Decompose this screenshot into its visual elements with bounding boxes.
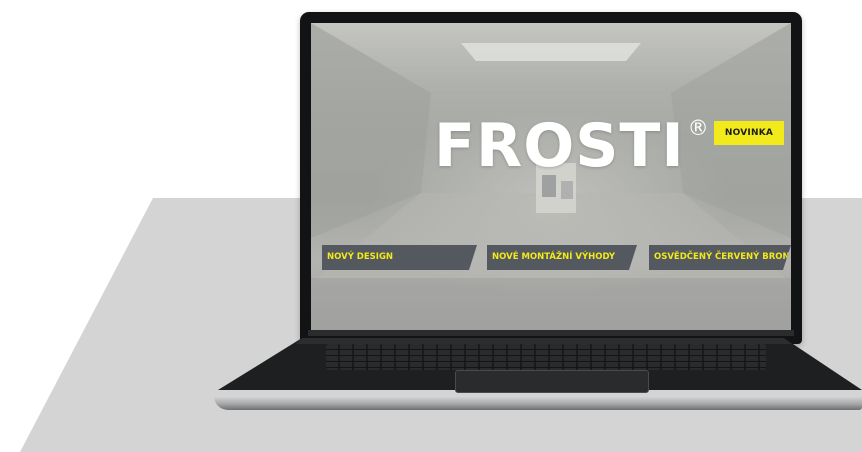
laptop-screen: FROSTI ® NOVINKA NOVÝ DESIGN NOVÉ MONTÁŽ… bbox=[311, 23, 791, 334]
touchpad bbox=[455, 370, 649, 393]
feature-new-design[interactable]: NOVÝ DESIGN bbox=[322, 245, 477, 270]
keyboard bbox=[326, 344, 766, 370]
laptop-hinge bbox=[308, 330, 794, 336]
feature-red-bronze[interactable]: OSVĚDČENÝ ČERVENÝ BRONZ bbox=[649, 245, 791, 270]
laptop-lid: FROSTI ® NOVINKA NOVÝ DESIGN NOVÉ MONTÁŽ… bbox=[300, 12, 802, 344]
laptop-front-edge bbox=[214, 396, 862, 410]
product-logo: FROSTI bbox=[434, 111, 685, 181]
scene: FROSTI ® NOVINKA NOVÝ DESIGN NOVÉ MONTÁŽ… bbox=[0, 0, 862, 452]
new-badge: NOVINKA bbox=[714, 121, 784, 145]
brand-lockup: FROSTI ® bbox=[434, 116, 709, 186]
registered-mark: ® bbox=[687, 116, 709, 140]
feature-installation-benefits[interactable]: NOVÉ MONTÁŽNÍ VÝHODY bbox=[487, 245, 637, 270]
